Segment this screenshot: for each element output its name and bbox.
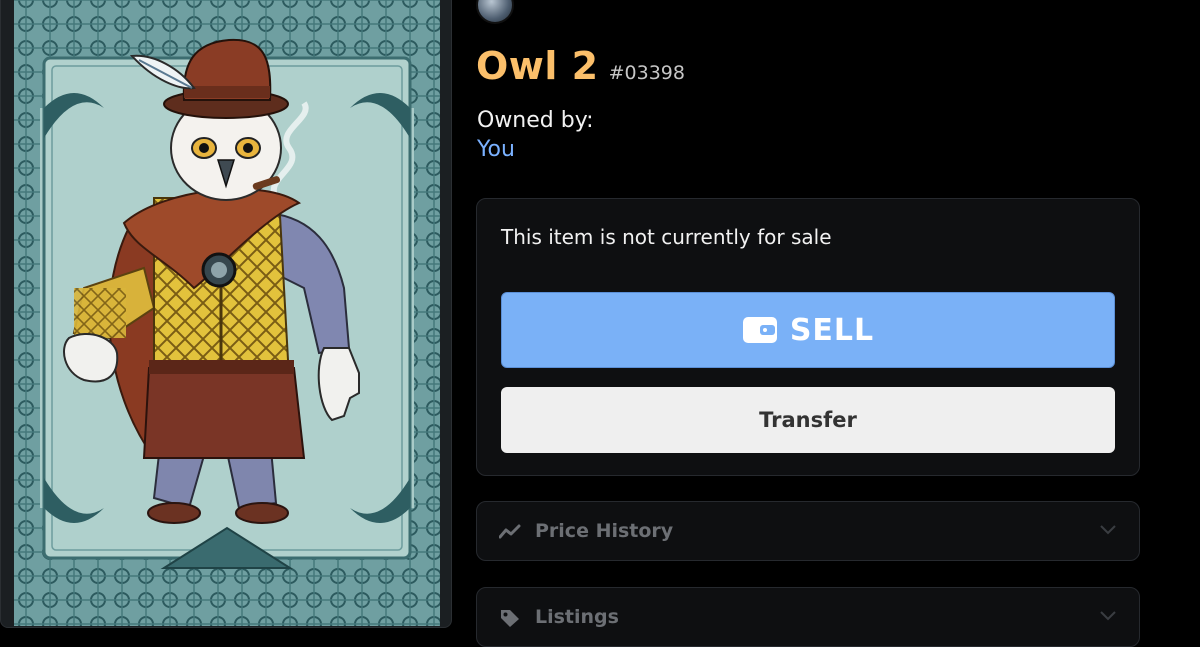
chevron-down-icon	[1100, 611, 1116, 621]
owner-link[interactable]: You	[477, 137, 515, 162]
chevron-down-icon	[1100, 525, 1116, 535]
sale-panel: This item is not currently for sale SELL…	[476, 198, 1140, 476]
listings-label: Listings	[535, 606, 619, 628]
price-history-label: Price History	[535, 520, 674, 542]
price-history-section[interactable]: Price History	[476, 501, 1140, 561]
sale-status-text: This item is not currently for sale	[501, 225, 832, 249]
item-title: Owl 2	[476, 44, 599, 88]
trend-line-icon	[499, 524, 521, 539]
transfer-button-label: Transfer	[759, 408, 857, 432]
tag-icon	[501, 610, 519, 627]
listings-section[interactable]: Listings	[476, 587, 1140, 647]
transfer-button[interactable]: Transfer	[501, 387, 1115, 453]
creator-avatar[interactable]	[476, 0, 514, 24]
item-title-row: Owl 2 #03398	[476, 44, 685, 88]
sell-button-label: SELL	[789, 312, 875, 348]
nft-artwork[interactable]	[14, 0, 440, 626]
wallet-icon	[742, 317, 777, 343]
sell-button[interactable]: SELL	[501, 292, 1115, 368]
token-id: #03398	[608, 62, 685, 84]
owned-by-label: Owned by:	[477, 108, 594, 133]
